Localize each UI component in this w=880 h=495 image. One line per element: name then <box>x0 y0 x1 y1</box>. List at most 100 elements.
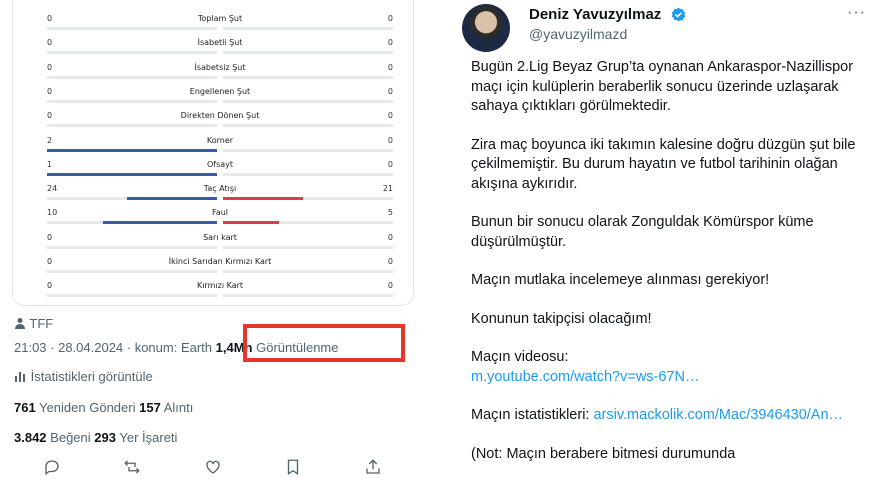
timestamp: 21:03 · 28.04.2024 · konum: Earth <box>14 340 213 355</box>
stat-away-bar-track <box>223 75 393 79</box>
stat-away-value: 0 <box>387 281 393 291</box>
stat-row: 0 İkinci Sarıdan Kırmızı Kart 0 <box>47 253 393 275</box>
reply-icon <box>45 460 59 476</box>
stat-away-value: 5 <box>387 208 393 218</box>
likes-label[interactable]: Beğeni <box>50 430 90 445</box>
note-paragraph: (Not: Maçın berabere bitmesi durumunda <box>471 445 736 462</box>
like-icon <box>205 460 220 474</box>
panel-divider <box>430 0 440 495</box>
stat-label: Engellenen Şut <box>189 86 251 96</box>
stat-away-value: 0 <box>387 257 393 266</box>
stat-home-bar-track <box>47 51 217 55</box>
share-icon <box>366 459 380 474</box>
stat-row: 0 İsabetli Şut 0 <box>47 34 393 56</box>
stat-away-value: 0 <box>387 14 393 23</box>
stat-label: Direkten Dönen Şut <box>180 111 260 121</box>
stat-row: 0 Sarı kart 0 <box>47 229 393 251</box>
stat-home-bar <box>47 148 217 152</box>
quotes-label[interactable]: Alıntı <box>164 400 194 415</box>
avatar[interactable] <box>462 4 510 52</box>
stat-row: 0 Direkten Dönen Şut 0 <box>47 107 393 129</box>
stat-away-value: 0 <box>387 86 393 96</box>
stat-away-value: 0 <box>387 38 393 48</box>
stat-home-bar-track <box>47 270 217 273</box>
quotes-count[interactable]: 157 <box>139 400 161 415</box>
stat-home-bar-track <box>47 124 217 128</box>
tweet-action-bar <box>40 455 385 479</box>
stat-home-bar-track <box>47 75 217 79</box>
view-stats-link[interactable]: İstatistikleri görüntüle <box>14 369 153 384</box>
stat-label: Taç Atışı <box>203 184 237 194</box>
person-icon <box>15 318 25 329</box>
stat-label: Toplam Şut <box>197 14 243 23</box>
stats-icon <box>15 372 25 382</box>
stat-home-bar-track <box>47 294 217 298</box>
match-stats-card: 0 Toplam Şut 0 0 İsabetli Şut 0 0 İsabetsiz Şut… <box>12 0 414 306</box>
left-tweet-screenshot: 0 Toplam Şut 0 0 İsabetli Şut 0 0 İsabetsiz Şut… <box>0 0 425 495</box>
like-button[interactable] <box>201 455 225 479</box>
stat-away-value: 21 <box>382 184 393 194</box>
stat-label: Korner <box>206 135 234 145</box>
video-paragraph: Maçın videosu: m.youtube.com/watch?v=ws-… <box>471 348 871 387</box>
author-tag-label: TFF <box>29 316 54 331</box>
reposts-count[interactable]: 761 <box>14 400 36 415</box>
bookmark-button[interactable] <box>281 455 305 479</box>
share-button[interactable] <box>361 455 385 479</box>
stat-away-bar-track <box>223 51 393 55</box>
stat-away-bar-track <box>223 148 393 152</box>
bookmark-icon <box>287 459 298 476</box>
stat-row: 1 Ofsayt 0 <box>47 156 393 178</box>
repost-quote-counts: 761 Yeniden Gönderi 157 Alıntı <box>14 400 193 415</box>
author-name[interactable]: Deniz Yavuzyılmaz <box>529 6 661 23</box>
stat-label: Faul <box>211 208 229 218</box>
stat-away-bar-track <box>223 245 393 249</box>
stat-away-value: 0 <box>387 62 393 72</box>
stat-away-bar-track <box>223 270 393 273</box>
reposts-label[interactable]: Yeniden Gönderi <box>39 400 135 415</box>
paragraph-3: Bunun bir sonucu olarak Zonguldak Kömürs… <box>471 214 814 250</box>
views-highlight-box <box>243 324 405 362</box>
repost-button[interactable] <box>120 455 144 479</box>
stat-away-value: 0 <box>387 135 393 145</box>
bookmarks-label[interactable]: Yer İşareti <box>119 430 177 445</box>
stat-row: 10 Faul 5 <box>47 204 393 226</box>
author-handle[interactable]: @yavuzyilmazd <box>529 26 627 42</box>
verified-icon <box>671 7 686 22</box>
view-stats-label: İstatistikleri görüntüle <box>30 369 153 384</box>
stat-home-bar <box>47 172 217 176</box>
more-options-button[interactable]: ··· <box>847 4 866 22</box>
stat-away-bar <box>223 221 280 225</box>
stat-label: Kırmızı Kart <box>196 281 244 291</box>
stat-home-bar-track <box>47 27 217 30</box>
stat-label: İkinci Sarıdan Kırmızı Kart <box>168 257 272 266</box>
stat-row: 0 Kırmızı Kart 0 <box>47 277 393 299</box>
stat-home-bar-track <box>47 99 217 103</box>
stat-away-bar-track <box>223 99 393 103</box>
stat-away-bar-track <box>223 124 393 128</box>
stat-row: 0 İsabetsiz Şut 0 <box>47 59 393 81</box>
like-bookmark-counts: 3.842 Beğeni 293 Yer İşareti <box>14 430 177 445</box>
stat-away-bar-track <box>223 294 393 298</box>
stat-label: Ofsayt <box>206 159 234 169</box>
author-tag[interactable]: TFF <box>14 316 53 331</box>
stat-home-bar-track <box>47 245 217 249</box>
bookmarks-count[interactable]: 293 <box>94 430 116 445</box>
video-link[interactable]: m.youtube.com/watch?v=ws-67N… <box>471 369 699 385</box>
stat-label: Sarı kart <box>203 232 237 242</box>
stats-link[interactable]: arsiv.mackolik.com/Mac/3946430/An… <box>593 407 843 423</box>
stat-away-bar <box>223 197 303 201</box>
stat-label: İsabetsiz Şut <box>194 62 246 72</box>
repost-icon <box>124 460 140 474</box>
stat-away-value: 0 <box>387 111 393 121</box>
stats-paragraph: Maçın istatistikleri: arsiv.mackolik.com… <box>471 406 871 426</box>
reply-button[interactable] <box>40 455 64 479</box>
likes-count[interactable]: 3.842 <box>14 430 47 445</box>
stat-home-bar <box>126 197 217 201</box>
stats-label: Maçın istatistikleri: <box>471 407 590 423</box>
video-label: Maçın videosu: <box>471 349 569 365</box>
paragraph-4: Maçın mutlaka incelemeye alınması gereki… <box>471 272 770 288</box>
tweet-text: Bugün 2.Lig Beyaz Grup’ta oynanan Ankara… <box>471 58 871 483</box>
stat-label: İsabetli Şut <box>197 38 243 48</box>
stat-away-value: 0 <box>387 159 393 169</box>
stat-row: 24 Taç Atışı 21 <box>47 180 393 202</box>
